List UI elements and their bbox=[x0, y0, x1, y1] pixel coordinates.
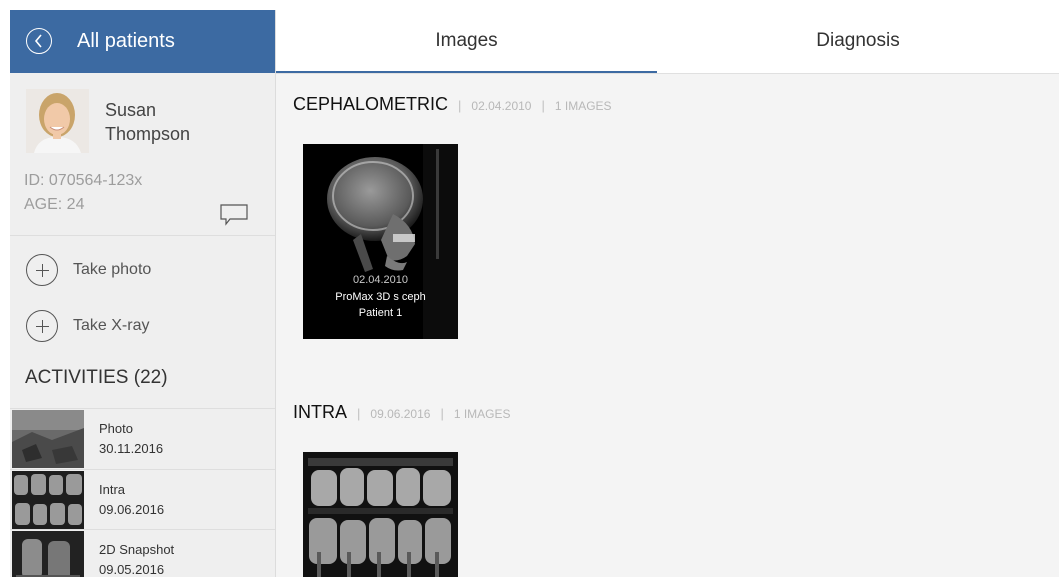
image-thumbnail-intra[interactable] bbox=[303, 452, 458, 577]
activity-date: 09.05.2016 bbox=[99, 562, 165, 577]
tab-images-label: Images bbox=[435, 30, 498, 51]
patient-last-name: Thompson bbox=[105, 124, 191, 144]
activity-type: 2D Snapshot bbox=[99, 542, 175, 557]
section-date: 09.06.2016 bbox=[370, 407, 431, 421]
plus-icon bbox=[26, 254, 58, 286]
intra-xray-image bbox=[303, 452, 458, 577]
image-device: ProMax 3D s ceph bbox=[335, 291, 426, 303]
activity-thumbnail bbox=[12, 531, 84, 577]
activity-thumbnail bbox=[12, 410, 84, 468]
tab-diagnosis[interactable]: Diagnosis bbox=[657, 10, 1059, 73]
separator: | bbox=[357, 406, 361, 421]
tab-diagnosis-label: Diagnosis bbox=[816, 30, 900, 51]
main-content: Images Diagnosis CEPHALOMETRIC | 02.04.201… bbox=[276, 10, 1059, 577]
patient-first-name: Susan bbox=[105, 100, 157, 120]
activity-item-photo[interactable]: Photo 30.11.2016 bbox=[10, 408, 275, 469]
back-label: All patients bbox=[77, 30, 175, 52]
section-date: 02.04.2010 bbox=[471, 99, 532, 113]
tab-bar: Images Diagnosis bbox=[276, 10, 1059, 74]
activity-thumbnail bbox=[12, 471, 84, 529]
section-image-count: 1 IMAGES bbox=[554, 99, 612, 113]
activity-type: Photo bbox=[99, 421, 133, 436]
back-to-all-patients-button[interactable]: All patients bbox=[10, 10, 275, 73]
image-patient: Patient 1 bbox=[358, 307, 403, 319]
section-header-intra: INTRA | 09.06.2016 | 1 IMAGES bbox=[293, 402, 511, 426]
activity-date: 30.11.2016 bbox=[99, 441, 164, 456]
separator: | bbox=[440, 406, 444, 421]
patient-card: Susan Thompson ID: 070564-123x AGE: 24 bbox=[10, 73, 275, 236]
active-tab-indicator bbox=[276, 71, 657, 73]
take-photo-button[interactable]: Take photo bbox=[26, 254, 256, 288]
take-xray-button[interactable]: Take X-ray bbox=[26, 310, 256, 344]
image-date: 02.04.2010 bbox=[352, 274, 409, 286]
patient-avatar bbox=[26, 89, 89, 153]
plus-icon bbox=[26, 310, 58, 342]
image-thumbnail-ceph[interactable]: 02.04.2010 ProMax 3D s ceph Patient 1 bbox=[303, 144, 458, 339]
activity-date: 09.06.2016 bbox=[99, 502, 165, 517]
separator: | bbox=[458, 98, 462, 113]
separator: | bbox=[541, 98, 545, 113]
take-photo-label: Take photo bbox=[73, 261, 152, 278]
activity-type: Intra bbox=[99, 482, 126, 497]
app-frame: All patients Susan Thompson ID: 070564-1… bbox=[10, 10, 1059, 577]
more-options-icon[interactable]: ... bbox=[236, 572, 249, 577]
patient-age: AGE: 24 bbox=[24, 196, 85, 213]
take-xray-label: Take X-ray bbox=[73, 317, 150, 334]
back-chevron-icon bbox=[26, 28, 52, 54]
section-title: CEPHALOMETRIC bbox=[293, 94, 449, 114]
patient-id: ID: 070564-123x bbox=[24, 172, 143, 189]
comment-icon[interactable] bbox=[220, 204, 248, 231]
activities-title: ACTIVITIES (22) bbox=[25, 367, 168, 388]
activity-item-2d-snapshot[interactable]: 2D Snapshot 09.05.2016 ... bbox=[10, 529, 275, 577]
activity-item-intra[interactable]: Intra 09.06.2016 bbox=[10, 469, 275, 530]
tab-images[interactable]: Images bbox=[276, 10, 657, 73]
section-header-cephalometric: CEPHALOMETRIC | 02.04.2010 | 1 IMAGES bbox=[293, 94, 612, 118]
section-title: INTRA bbox=[293, 402, 347, 422]
section-image-count: 1 IMAGES bbox=[453, 407, 511, 421]
sidebar: All patients Susan Thompson ID: 070564-1… bbox=[10, 10, 276, 577]
